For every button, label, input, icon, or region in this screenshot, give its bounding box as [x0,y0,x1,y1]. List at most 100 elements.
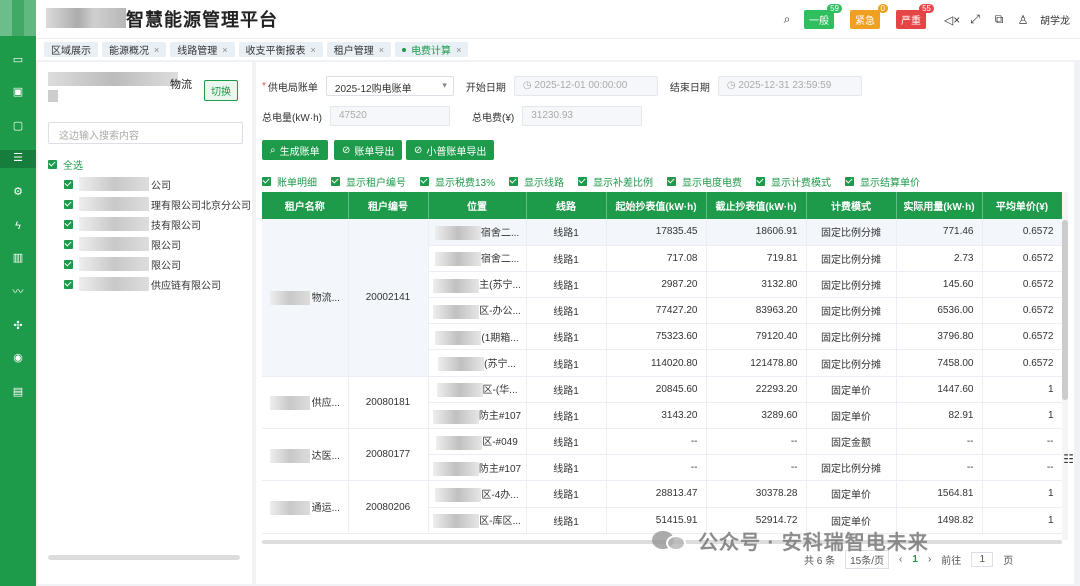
nav-monitor-icon[interactable]: ▭ [10,52,26,68]
alert-severe-badge[interactable]: 严重 55 [896,4,934,29]
column-settings-icon[interactable]: ☷ [1063,452,1074,466]
checkbox[interactable] [64,219,73,229]
checkbox[interactable] [64,279,73,289]
checkbox[interactable] [64,239,73,249]
option-tax[interactable]: 显示税费13% [420,174,495,189]
option-bill-detail[interactable]: 账单明细 [262,174,317,189]
close-icon[interactable]: × [379,45,384,55]
checkbox[interactable] [64,199,73,209]
tab-area[interactable]: 区域展示 [44,42,98,57]
col-line[interactable]: 线路 [526,192,607,219]
checkbox[interactable] [48,159,57,169]
end-cell: 79120.40 [706,323,807,351]
tab-line-management[interactable]: 线路管理 × [170,42,235,57]
small-export-button[interactable]: ⊘ 小普账单导出 [406,140,495,160]
nav-lightning-icon[interactable]: ϟ [10,218,26,234]
bill-select[interactable]: 2025-12购电账单 ▾ [325,76,454,96]
theme-shirt-icon[interactable]: ♙ [1016,13,1030,27]
close-icon[interactable]: × [222,45,227,55]
logo [0,0,36,36]
nav-doc-icon[interactable]: ▤ [10,384,26,400]
col-usage[interactable]: 实际用量(kW·h) [896,192,983,219]
tree-search-input[interactable]: 这边输入搜索内容 [48,122,243,144]
search-icon[interactable]: ⌕ [780,12,794,27]
tenant-id-cell: 20080206 [348,480,429,534]
table-row[interactable]: 供应... 20080181 区-(华... 线路1 20845.60 2229… [262,376,1063,430]
option-energy-fee[interactable]: 显示电度电费 [667,174,742,189]
user-name[interactable]: 胡学龙 [1040,12,1070,27]
option-tenant-id[interactable]: 显示租户编号 [331,174,406,189]
close-icon[interactable]: × [456,45,461,55]
col-start-reading[interactable]: 起始抄表值(kW·h) [606,192,707,219]
tab-balance-report[interactable]: 收支平衡报表 × [238,42,323,57]
table-row[interactable]: 通运... 20080206 区-4办... 线路1 28813.47 3037… [262,480,1063,534]
mode-cell: 固定单价 [806,376,897,403]
position-cell: 防主#107 [428,402,527,430]
tenant-name-cell: 通运... [262,480,349,534]
col-tenant-id[interactable]: 租户编号 [348,192,429,219]
nav-bill-icon[interactable]: ☰ [0,150,36,168]
translate-icon[interactable]: ⧉ [992,12,1006,27]
col-end-reading[interactable]: 截止抄表值(kW·h) [706,192,807,219]
fullscreen-icon[interactable]: ⤢ [968,12,982,27]
end-date-label: 结束日期 [669,82,710,94]
close-icon[interactable]: × [311,45,316,55]
tab-energy-overview[interactable]: 能源概况 × [102,42,167,57]
nav-network-icon[interactable]: ✣ [10,318,26,334]
checkbox[interactable] [64,259,73,269]
alert-urgent-badge[interactable]: 紧急 0 [850,4,888,29]
tree-item[interactable]: 限公司 [48,234,251,254]
position-cell: 区-4办... [428,480,527,508]
tree-item[interactable]: 公司 [48,174,251,194]
tree-select-all[interactable]: 全选 [48,154,251,174]
tab-tenant-management[interactable]: 租户管理 × [326,42,392,57]
option-billing-mode[interactable]: 显示计费模式 [756,174,831,189]
end-cell: -- [706,428,807,456]
price-cell: 1 [982,402,1063,430]
option-line[interactable]: 显示线路 [509,174,564,189]
side-scrollbar[interactable] [48,555,240,560]
col-tenant-name[interactable]: 租户名称 [262,192,349,219]
page-number[interactable]: 1 [912,554,918,565]
tab-fee-calculation[interactable]: 电费计算 × [395,42,469,57]
position-cell: 宿舍二... [428,219,527,246]
option-diff-ratio[interactable]: 显示补差比例 [578,174,653,189]
line-cell: 线路1 [526,402,607,430]
tree-item[interactable]: 供应链有限公司 [48,274,251,294]
prev-page-icon[interactable]: ‹ [899,554,902,565]
mute-icon[interactable]: ◁× [944,13,960,27]
goto-input[interactable]: 1 [971,552,994,567]
col-billing-mode[interactable]: 计费模式 [806,192,897,219]
option-unit-price[interactable]: 显示结算单价 [845,174,920,189]
table-row[interactable]: 达医... 20080177 区-#049 线路1 -- -- 固定金额 -- … [262,428,1063,482]
position-cell: (苏宁... [428,349,527,377]
nav-screen-icon[interactable]: ▢ [10,118,26,134]
start-cell: 2987.20 [606,271,707,299]
alert-normal-badge[interactable]: 一般 59 [804,4,842,29]
tree-item[interactable]: 技有限公司 [48,214,251,234]
nav-wave-icon[interactable]: 〰 [10,284,26,300]
table-row[interactable]: 物流... 20002141 宿舍二... 线路1 17835.45 18606… [262,219,1063,377]
close-icon[interactable]: × [154,45,159,55]
nav-image-icon[interactable]: ▣ [10,84,26,100]
col-position[interactable]: 位置 [428,192,527,219]
price-cell: 0.6572 [982,271,1063,299]
nav-bike-icon[interactable]: ⚙ [10,184,26,200]
start-date-input[interactable]: ◷ 2025-12-01 00:00:00 [513,76,658,96]
end-cell: 22293.20 [706,376,807,403]
end-date-input[interactable]: ◷ 2025-12-31 23:59:59 [717,76,862,96]
export-bill-button[interactable]: ⊘ 账单导出 [334,140,403,160]
switch-button[interactable]: 切换 [204,80,238,101]
start-cell: 717.08 [606,245,707,272]
nav-target-icon[interactable]: ◉ [10,350,26,366]
display-options: 账单明细 显示租户编号 显示税费13% 显示线路 显示补差比例 显示电度电费 显… [262,174,920,189]
table-vertical-scrollbar[interactable] [1062,192,1068,540]
tree-item[interactable]: 理有限公司北京分公司 [48,194,251,214]
generate-bill-button[interactable]: ⌕ 生成账单 [262,140,328,160]
col-avg-price[interactable]: 平均单价(¥) [982,192,1063,219]
next-page-icon[interactable]: › [928,554,931,565]
nav-bar-chart-icon[interactable]: ▥ [10,250,26,266]
checkbox[interactable] [64,179,73,189]
tree-item[interactable]: 限公司 [48,254,251,274]
table-header-row: 租户名称 租户编号 位置 线路 起始抄表值(kW·h) 截止抄表值(kW·h) … [262,192,1063,219]
